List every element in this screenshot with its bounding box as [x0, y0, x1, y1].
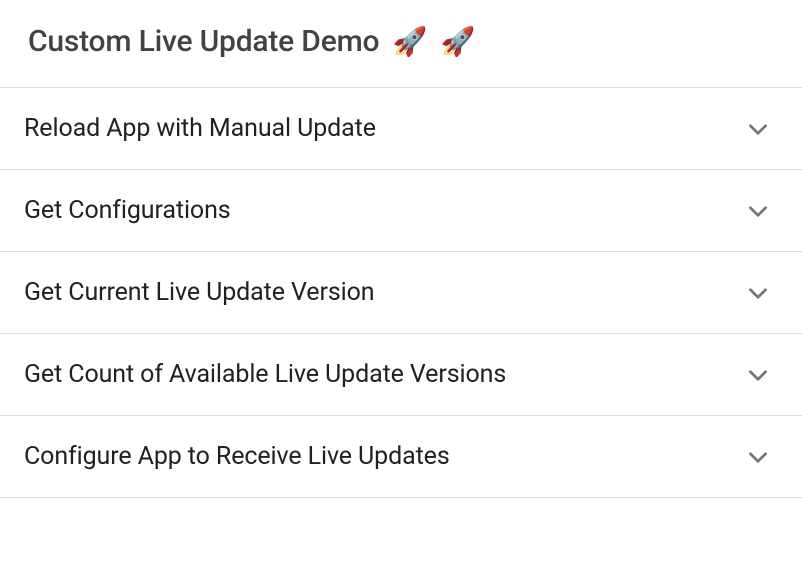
accordion-label: Get Current Live Update Version	[24, 278, 374, 307]
page-header: Custom Live Update Demo 🚀 🚀	[0, 0, 802, 88]
rocket-icon: 🚀	[393, 25, 428, 58]
accordion-label: Configure App to Receive Live Updates	[24, 442, 450, 471]
accordion-item-get-configurations[interactable]: Get Configurations	[0, 170, 802, 252]
chevron-down-icon	[744, 279, 772, 307]
accordion-label: Reload App with Manual Update	[24, 114, 376, 143]
page-title-text: Custom Live Update Demo	[28, 24, 379, 59]
accordion-item-configure-app[interactable]: Configure App to Receive Live Updates	[0, 416, 802, 498]
chevron-down-icon	[744, 443, 772, 471]
accordion-item-get-current-version[interactable]: Get Current Live Update Version	[0, 252, 802, 334]
accordion-item-reload-app[interactable]: Reload App with Manual Update	[0, 88, 802, 170]
accordion-label: Get Count of Available Live Update Versi…	[24, 360, 506, 389]
rocket-icon: 🚀	[441, 25, 476, 58]
page-title: Custom Live Update Demo 🚀 🚀	[28, 24, 774, 59]
chevron-down-icon	[744, 197, 772, 225]
accordion-item-get-count-versions[interactable]: Get Count of Available Live Update Versi…	[0, 334, 802, 416]
chevron-down-icon	[744, 115, 772, 143]
chevron-down-icon	[744, 361, 772, 389]
accordion-label: Get Configurations	[24, 196, 231, 225]
